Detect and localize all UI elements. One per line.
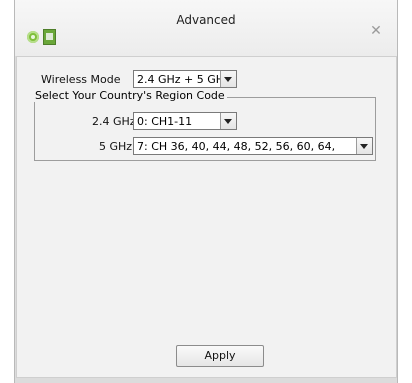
wireless-mode-label: Wireless Mode	[41, 73, 121, 86]
band-24ghz-select[interactable]: 0: CH1-11	[133, 112, 237, 130]
apply-button[interactable]: Apply	[176, 345, 264, 367]
band-5ghz-value: 7: CH 36, 40, 44, 48, 52, 56, 60, 64,	[137, 140, 336, 153]
region-code-legend: Select Your Country's Region Code	[33, 89, 227, 102]
band-5ghz-label: 5 GHz	[99, 140, 133, 153]
settings-gear-icon[interactable]	[27, 31, 39, 43]
wireless-mode-value: 2.4 GHz + 5 GH:	[137, 73, 228, 86]
chevron-down-icon[interactable]	[356, 138, 372, 154]
band-5ghz-select[interactable]: 7: CH 36, 40, 44, 48, 52, 56, 60, 64,	[133, 137, 373, 155]
advanced-window: Advanced ✕ Wireless Mode 2.4 GHz + 5 GH:…	[14, 0, 398, 383]
band-24ghz-value: 0: CH1-11	[137, 115, 193, 128]
chevron-down-icon[interactable]	[220, 71, 236, 87]
window-title: Advanced	[176, 13, 236, 27]
title-bar: Advanced ✕	[15, 0, 397, 56]
wireless-mode-select[interactable]: 2.4 GHz + 5 GH:	[133, 70, 237, 88]
close-icon[interactable]: ✕	[369, 24, 383, 38]
band-24ghz-label: 2.4 GHz	[92, 115, 136, 128]
document-icon[interactable]	[43, 29, 56, 45]
chevron-down-icon[interactable]	[220, 113, 236, 129]
advanced-settings-panel: Wireless Mode 2.4 GHz + 5 GH: Select You…	[16, 56, 397, 378]
